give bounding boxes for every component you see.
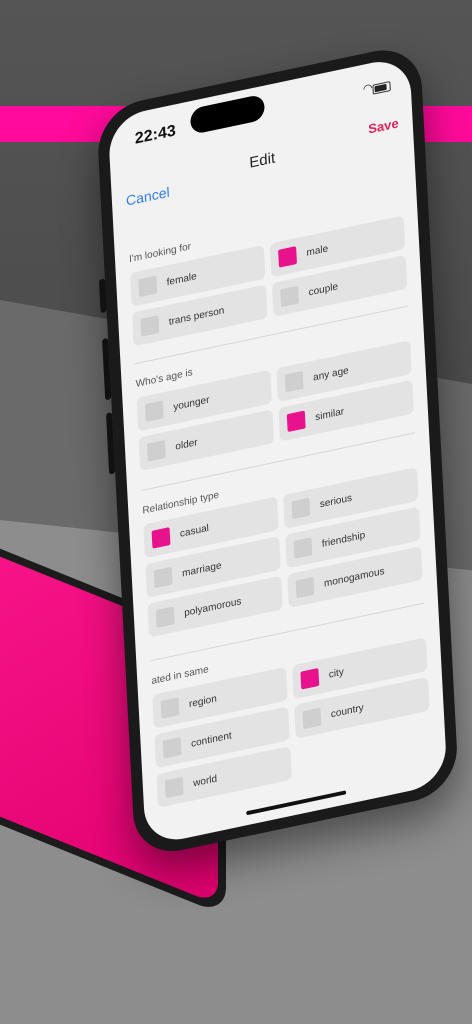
section-relationship-type: Relationship type casual serious marriag…: [142, 448, 423, 638]
wifi-icon: ◠: [362, 81, 373, 96]
option-label: marriage: [181, 559, 222, 579]
checkbox[interactable]: [160, 697, 180, 720]
option-label: serious: [319, 492, 353, 510]
section-age: Who's age is younger any age older simil…: [135, 321, 414, 472]
option-label: trans person: [168, 304, 225, 328]
checkbox[interactable]: [162, 737, 182, 759]
option-label: region: [188, 692, 218, 710]
option-label: couple: [308, 280, 339, 298]
option-label: female: [166, 270, 197, 288]
option-label: any age: [312, 364, 349, 384]
option-label: country: [330, 702, 364, 720]
status-time: 22:43: [134, 122, 177, 148]
checkbox[interactable]: [153, 566, 173, 589]
phone-screen: 22:43 ◠ Cancel Edit Save I'm looking for…: [107, 55, 448, 847]
option-label: continent: [190, 729, 232, 750]
checkbox[interactable]: [300, 667, 320, 690]
option-label: monogamous: [323, 565, 385, 590]
phone-frame: 22:43 ◠ Cancel Edit Save I'm looking for…: [96, 41, 460, 860]
checkbox[interactable]: [293, 537, 313, 559]
checkbox[interactable]: [278, 246, 297, 268]
checkbox[interactable]: [291, 497, 311, 520]
option-label: city: [328, 666, 345, 681]
battery-icon: [372, 81, 391, 95]
option-label: world: [192, 772, 218, 789]
checkbox[interactable]: [286, 410, 306, 433]
checkbox[interactable]: [151, 527, 171, 549]
checkbox[interactable]: [138, 275, 158, 298]
checkbox[interactable]: [155, 606, 175, 628]
checkbox[interactable]: [284, 370, 304, 393]
option-label: older: [175, 436, 198, 453]
checkbox[interactable]: [164, 776, 184, 799]
option-label: male: [306, 242, 329, 259]
checkbox[interactable]: [140, 315, 160, 337]
option-label: younger: [173, 394, 210, 413]
option-label: polyamorous: [183, 595, 242, 619]
checkbox[interactable]: [302, 707, 322, 730]
option-label: friendship: [321, 529, 366, 550]
mute-switch: [98, 278, 107, 314]
checkbox[interactable]: [144, 400, 164, 422]
checkbox[interactable]: [146, 439, 166, 462]
section-located-in-same: ated in same region city continent count…: [151, 618, 432, 808]
checkbox[interactable]: [280, 285, 300, 308]
option-label: casual: [179, 522, 210, 540]
home-indicator: [246, 790, 347, 816]
checkbox[interactable]: [295, 576, 315, 599]
section-looking-for: I'm looking for female male trans person…: [129, 197, 408, 347]
option-label: similar: [314, 405, 345, 423]
